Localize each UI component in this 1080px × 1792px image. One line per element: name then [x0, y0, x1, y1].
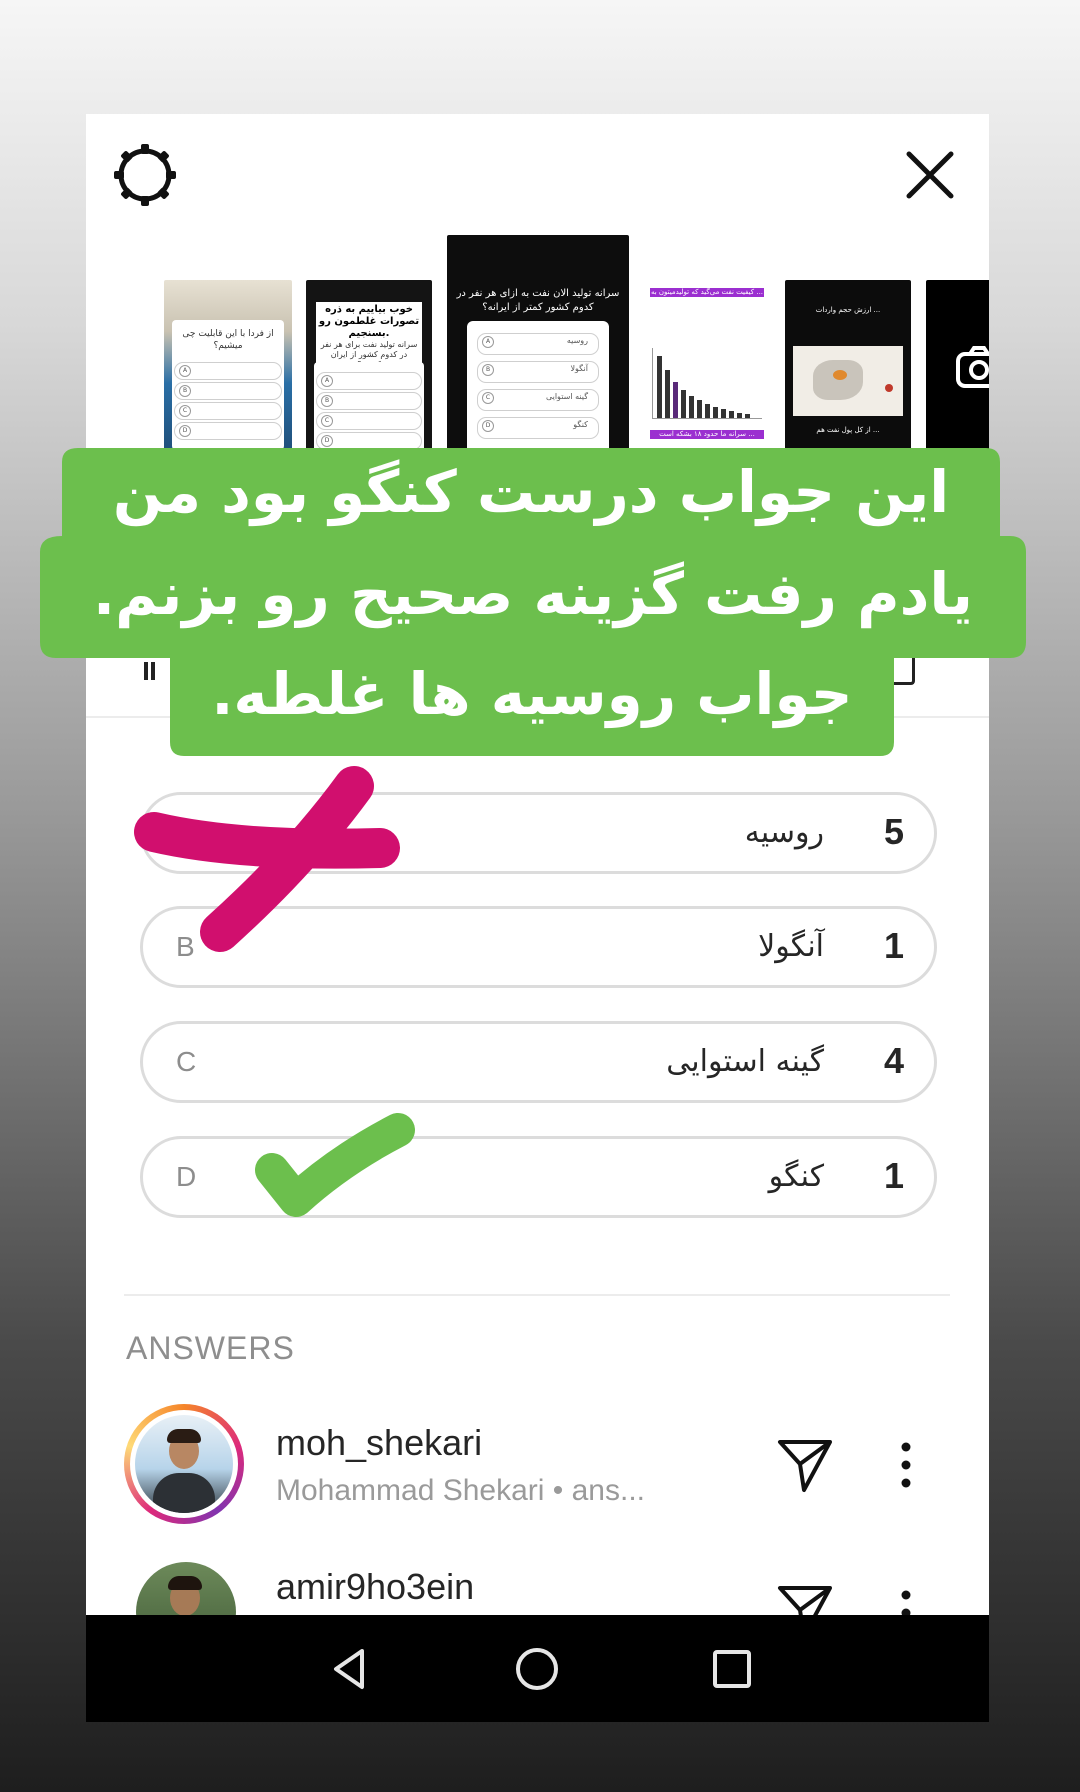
thumbnail-title: خوب بیاییم به ذره تصورات غلطمون رو بسنجی… — [316, 302, 422, 342]
divider — [86, 716, 989, 718]
answer-username[interactable]: amir9ho3ein — [276, 1566, 474, 1608]
back-triangle-icon[interactable] — [326, 1645, 374, 1693]
option-letter: C — [176, 1046, 197, 1077]
answer-fullname: Mohammad Shekari • ans... — [276, 1474, 645, 1507]
quiz-option-b[interactable]: B آنگولا 1 — [140, 906, 937, 988]
story-thumbnail-1[interactable]: از فردا با این قابلیت چی میشیم؟ A B C D — [164, 280, 292, 452]
close-icon[interactable] — [897, 142, 963, 208]
option-vote-count: 5 — [883, 811, 904, 852]
home-circle-icon[interactable] — [513, 1645, 561, 1693]
avatar[interactable] — [124, 1404, 244, 1524]
bar-chart-icon[interactable] — [144, 660, 160, 680]
thumbnail-title: ارزش حجم واردات ... — [815, 306, 881, 314]
thumbnail-caption: از کل پول نفت هم ... — [816, 426, 880, 434]
camera-icon — [956, 346, 989, 388]
option-letter: B — [176, 931, 195, 962]
option-label: روسیه — [744, 815, 824, 850]
thumbnail-title: سرانه تولید الان نفت به ازای هر نفر در ک… — [456, 288, 620, 313]
thumbnail-title: از فردا با این قابلیت چی میشیم؟ — [182, 329, 274, 351]
thumbnail-title: کیفیت نفت می‌گید که تولیدمیتون به ... — [650, 288, 764, 297]
quiz-option-d[interactable]: D کنگو 1 — [140, 1136, 937, 1218]
option-letter: A — [176, 817, 195, 848]
option-label: کنگو — [768, 1159, 824, 1194]
option-letter: D — [176, 1161, 197, 1192]
story-thumbnail-current[interactable]: سرانه تولید الان نفت به ازای هر نفر در ک… — [447, 235, 629, 453]
option-vote-count: 1 — [883, 1155, 904, 1196]
answer-username[interactable]: moh_shekari — [276, 1422, 482, 1464]
quiz-option-a[interactable]: A روسیه 5 — [140, 792, 937, 874]
story-viewer-panel: از فردا با این قابلیت چی میشیم؟ A B C D … — [86, 114, 989, 1722]
story-thumbnail-5[interactable]: ارزش حجم واردات ... از کل پول نفت هم ... — [785, 280, 911, 452]
story-thumbnail-4[interactable]: کیفیت نفت می‌گید که تولیدمیتون به ... سر… — [644, 280, 770, 452]
quiz-option-c[interactable]: C گینه استوایی 4 — [140, 1021, 937, 1103]
option-vote-count: 1 — [883, 925, 904, 966]
option-label: آنگولا — [758, 929, 824, 964]
android-navigation-bar — [86, 1615, 989, 1722]
answer-row[interactable]: moh_shekari Mohammad Shekari • ans... — [124, 1404, 950, 1524]
send-message-icon[interactable] — [774, 1434, 836, 1496]
more-options-icon[interactable] — [900, 1440, 912, 1490]
thumbnail-caption: سرانه ما حدود ۱۸ بشکه است ... — [650, 430, 764, 439]
recents-square-icon[interactable] — [708, 1645, 756, 1693]
add-story-camera-thumbnail[interactable] — [926, 280, 989, 452]
share-icon[interactable] — [884, 654, 915, 685]
answers-section-title: ANSWERS — [126, 1330, 295, 1366]
divider — [124, 1294, 950, 1296]
option-vote-count: 4 — [883, 1040, 904, 1081]
story-thumbnail-2[interactable]: خوب بیاییم به ذره تصورات غلطمون رو بسنجی… — [306, 280, 432, 452]
option-label: گینه استوایی — [666, 1044, 824, 1079]
gear-icon[interactable] — [112, 142, 178, 208]
